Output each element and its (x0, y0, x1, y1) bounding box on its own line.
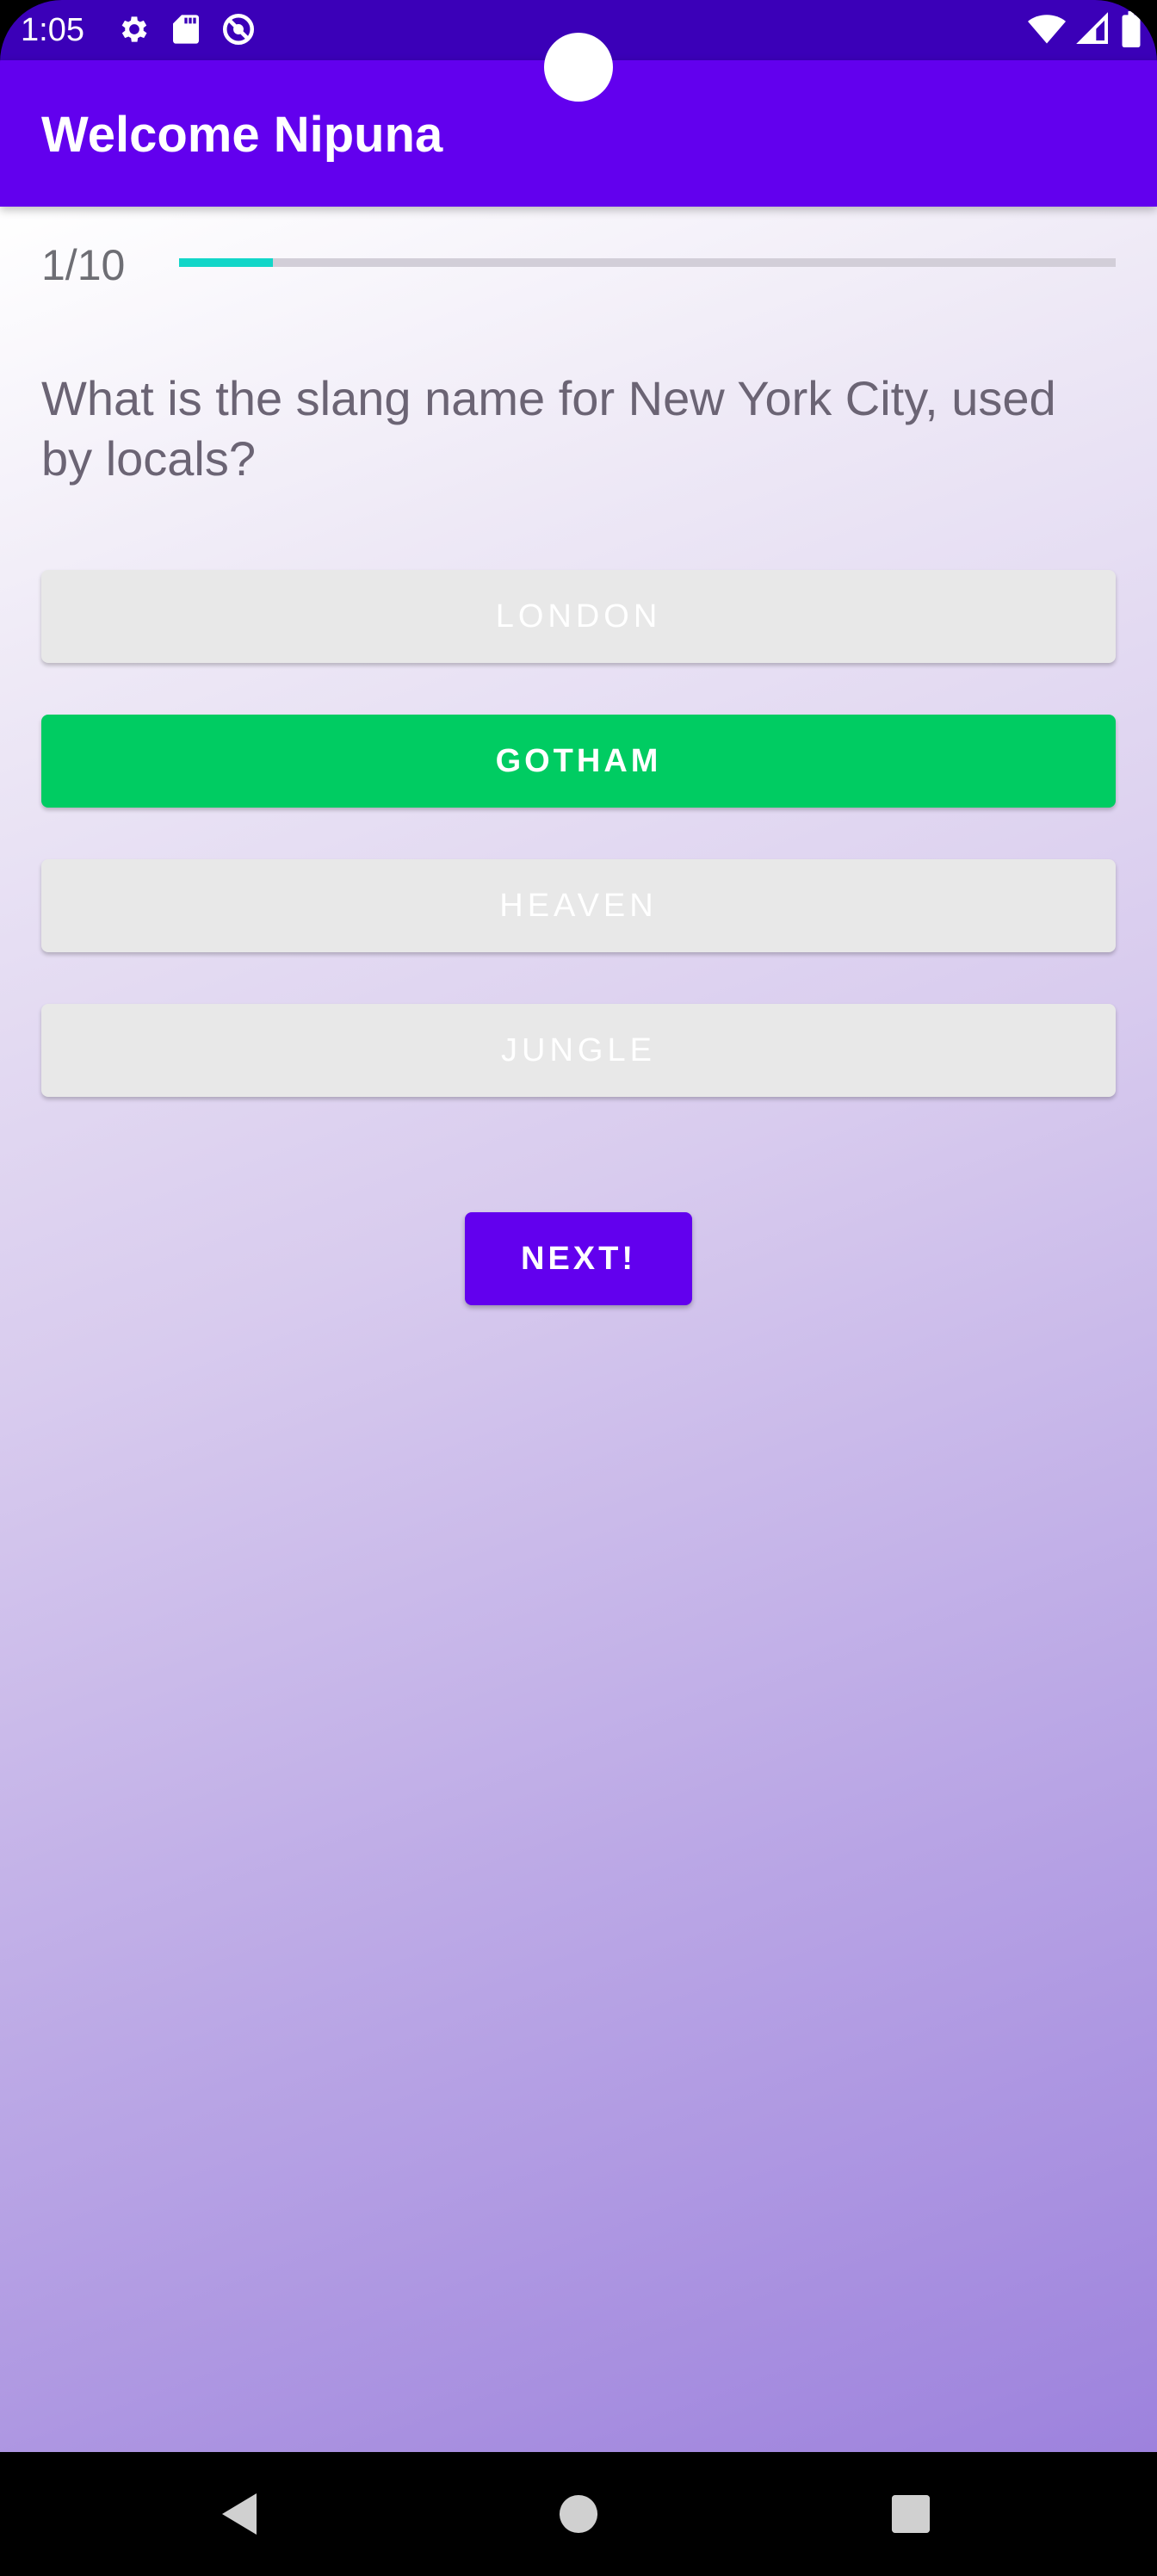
back-icon[interactable] (207, 2481, 272, 2547)
answer-option-gotham[interactable]: GOTHAM (41, 715, 1116, 808)
do-not-disturb-icon (220, 11, 257, 52)
progress-bar (179, 258, 1116, 267)
camera-cutout (544, 33, 613, 102)
status-icons-right (1028, 10, 1142, 52)
recents-icon[interactable] (878, 2481, 944, 2547)
phone-screen: 1:05 Welcome Nipuna 1/10 What is the sla… (0, 0, 1157, 2576)
progress-bar-fill (179, 258, 273, 267)
progress-counter: 1/10 (41, 241, 126, 289)
answer-option-jungle[interactable]: JUNGLE (41, 1004, 1116, 1097)
status-time: 1:05 (21, 12, 84, 48)
question-text: What is the slang name for New York City… (41, 371, 1056, 486)
next-button[interactable]: NEXT! (465, 1212, 692, 1305)
battery-icon (1121, 10, 1142, 52)
app-title: Welcome Nipuna (41, 107, 443, 163)
settings-icon (117, 12, 152, 51)
answer-option-heaven[interactable]: HEAVEN (41, 859, 1116, 952)
sd-card-icon (170, 12, 201, 51)
navigation-bar (0, 2452, 1157, 2576)
quiz-content: 1/10 What is the slang name for New York… (0, 207, 1157, 2452)
answer-option-london[interactable]: LONDON (41, 570, 1116, 663)
signal-icon (1076, 11, 1111, 51)
home-icon[interactable] (546, 2481, 611, 2547)
status-icons-left (117, 12, 257, 50)
wifi-icon (1028, 13, 1066, 50)
